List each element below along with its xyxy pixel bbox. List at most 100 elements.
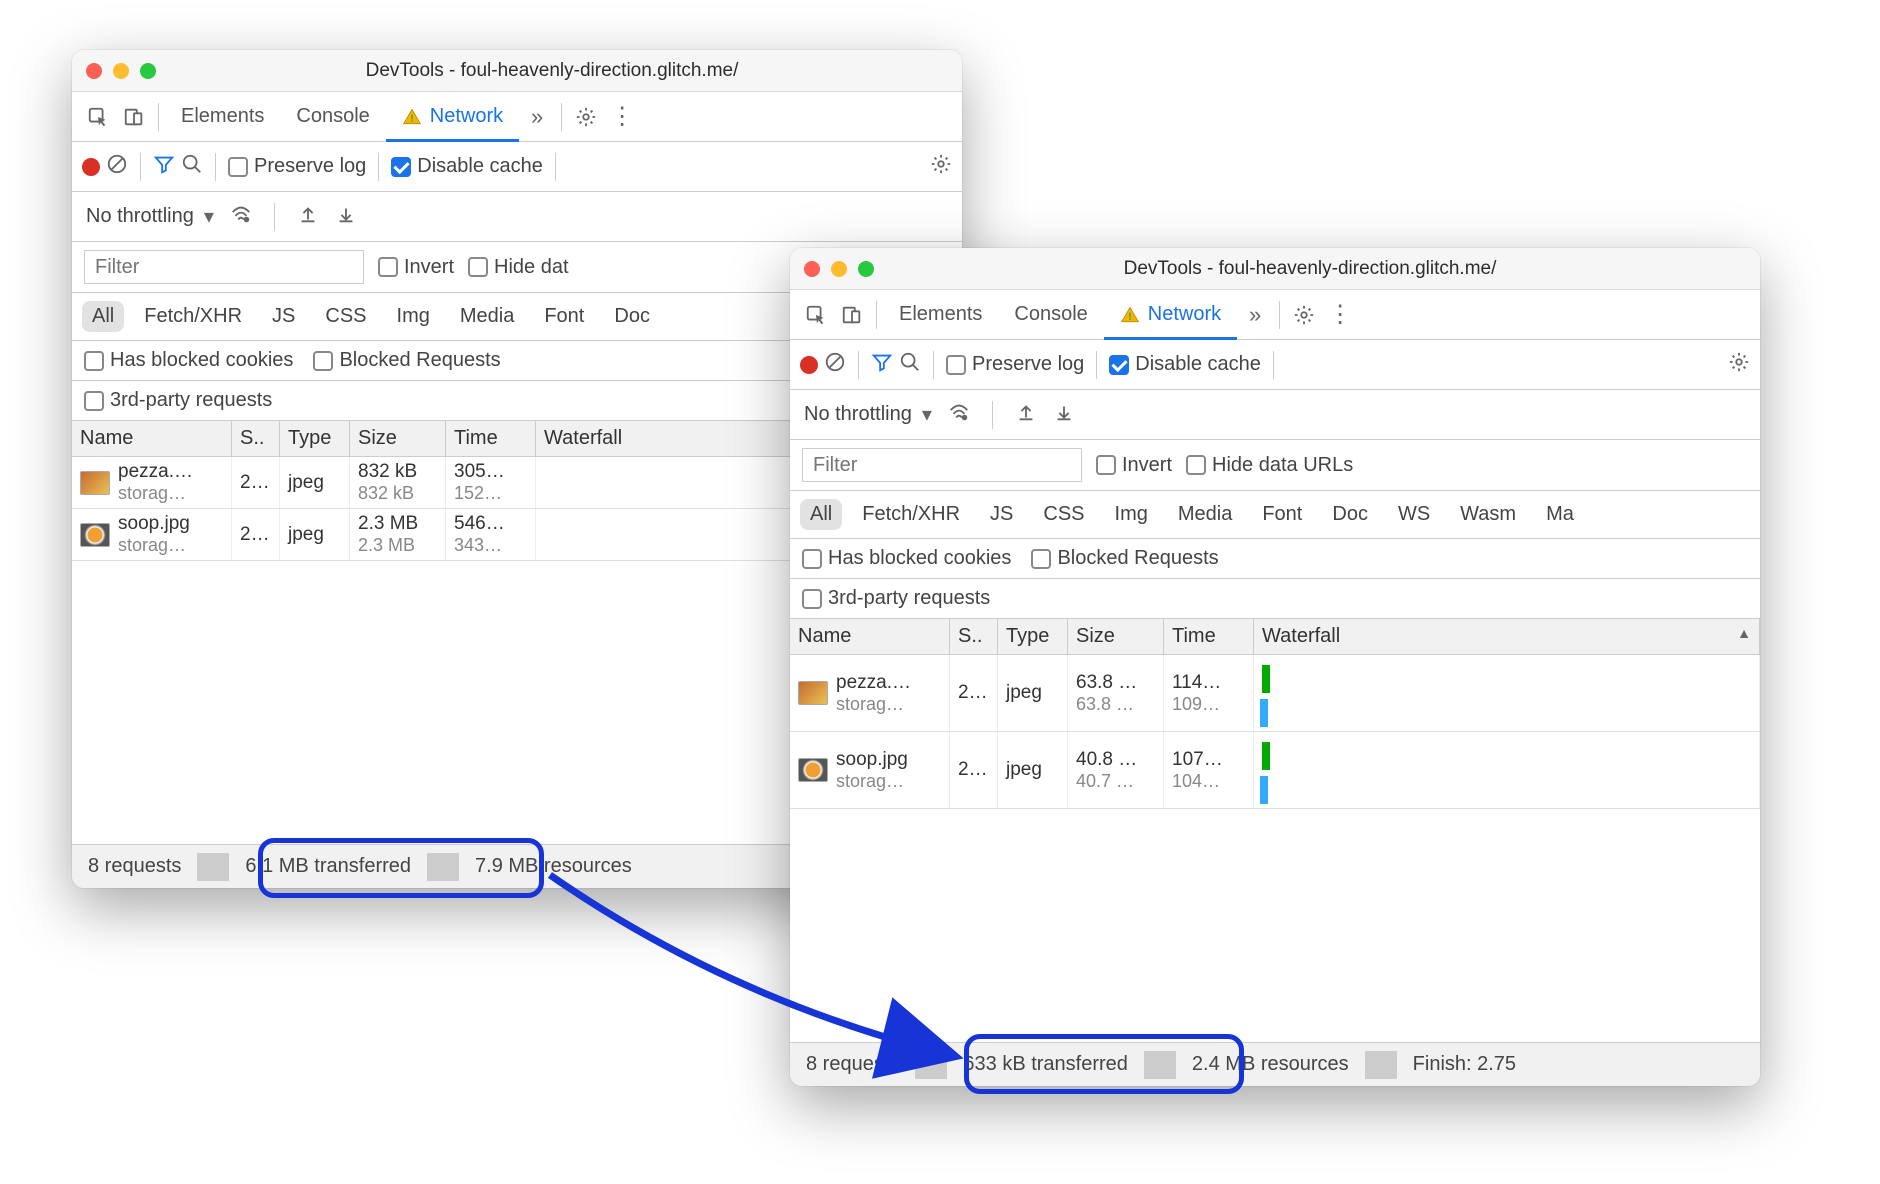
- status-requests: 8 requests: [72, 855, 197, 878]
- third-party-checkbox[interactable]: 3rd-party requests: [84, 389, 272, 412]
- filter-chip-fetch[interactable]: Fetch/XHR: [852, 499, 970, 530]
- filter-chip-font[interactable]: Font: [534, 301, 594, 332]
- throttling-toolbar: No throttling ▾: [790, 390, 1760, 440]
- col-type[interactable]: Type: [998, 619, 1068, 654]
- throttling-select[interactable]: No throttling ▾: [86, 204, 214, 229]
- filter-chip-media[interactable]: Media: [1168, 499, 1242, 530]
- kebab-menu-icon[interactable]: ⋮: [604, 99, 640, 135]
- filter-chip-manifest[interactable]: Ma: [1536, 499, 1584, 530]
- filter-chip-wasm[interactable]: Wasm: [1450, 499, 1526, 530]
- upload-har-icon[interactable]: [297, 203, 319, 231]
- more-tabs-icon[interactable]: »: [1237, 297, 1273, 333]
- filter-chip-img[interactable]: Img: [387, 301, 440, 332]
- inspect-icon[interactable]: [80, 99, 116, 135]
- search-icon[interactable]: [181, 153, 203, 181]
- filter-chip-doc[interactable]: Doc: [604, 301, 660, 332]
- filter-icon[interactable]: [153, 153, 175, 181]
- table-row[interactable]: pezza.…storag… 2… jpeg 63.8 …63.8 … 114……: [790, 655, 1760, 732]
- tab-console[interactable]: Console: [280, 92, 385, 142]
- blocked-requests-checkbox[interactable]: Blocked Requests: [1031, 547, 1218, 570]
- hide-data-label: Hide dat: [494, 256, 569, 278]
- maximize-window-icon[interactable]: [140, 63, 156, 79]
- filter-input[interactable]: [802, 448, 1082, 482]
- search-icon[interactable]: [899, 351, 921, 379]
- col-size[interactable]: Size: [350, 421, 446, 456]
- tab-elements[interactable]: Elements: [165, 92, 280, 142]
- filter-chip-all[interactable]: All: [800, 499, 842, 530]
- network-settings-gear-icon[interactable]: [1728, 351, 1750, 379]
- filter-chip-js[interactable]: JS: [262, 301, 305, 332]
- col-name[interactable]: Name: [72, 421, 232, 456]
- col-name[interactable]: Name: [790, 619, 950, 654]
- tab-elements[interactable]: Elements: [883, 290, 998, 340]
- filter-chip-img[interactable]: Img: [1105, 499, 1158, 530]
- status-transferred: 6.1 MB transferred: [229, 855, 427, 878]
- maximize-window-icon[interactable]: [858, 261, 874, 277]
- device-toggle-icon[interactable]: [834, 297, 870, 333]
- invert-checkbox[interactable]: Invert: [378, 256, 454, 279]
- request-domain: storag…: [118, 483, 193, 504]
- traffic-lights[interactable]: [804, 261, 874, 277]
- settings-gear-icon[interactable]: [1286, 297, 1322, 333]
- network-settings-gear-icon[interactable]: [930, 153, 952, 181]
- col-type[interactable]: Type: [280, 421, 350, 456]
- filter-chip-media[interactable]: Media: [450, 301, 524, 332]
- third-party-label: 3rd-party requests: [828, 587, 990, 609]
- col-time[interactable]: Time: [446, 421, 536, 456]
- blocked-requests-checkbox[interactable]: Blocked Requests: [313, 349, 500, 372]
- upload-har-icon[interactable]: [1015, 401, 1037, 429]
- device-toggle-icon[interactable]: [116, 99, 152, 135]
- inspect-icon[interactable]: [798, 297, 834, 333]
- col-waterfall[interactable]: Waterfall▲: [1254, 619, 1760, 654]
- download-har-icon[interactable]: [335, 203, 357, 231]
- cell-size2: 832 kB: [358, 483, 437, 504]
- cell-size2: 40.7 …: [1076, 771, 1155, 792]
- hide-data-urls-checkbox[interactable]: Hide data URLs: [1186, 454, 1353, 477]
- filter-chip-doc[interactable]: Doc: [1322, 499, 1378, 530]
- filter-chip-font[interactable]: Font: [1252, 499, 1312, 530]
- tab-network[interactable]: Network: [1104, 290, 1237, 340]
- preserve-log-checkbox[interactable]: Preserve log: [946, 353, 1084, 376]
- filter-chip-css[interactable]: CSS: [1033, 499, 1094, 530]
- cell-size: 63.8 …: [1076, 672, 1155, 694]
- clear-icon[interactable]: [106, 153, 128, 181]
- table-row[interactable]: soop.jpgstorag… 2… jpeg 40.8 …40.7 … 107…: [790, 732, 1760, 809]
- third-party-checkbox[interactable]: 3rd-party requests: [802, 587, 990, 610]
- disable-cache-checkbox[interactable]: Disable cache: [391, 155, 543, 178]
- filter-chip-fetch[interactable]: Fetch/XHR: [134, 301, 252, 332]
- cell-type: jpeg: [280, 457, 350, 508]
- record-icon[interactable]: [82, 158, 100, 176]
- filter-chip-css[interactable]: CSS: [315, 301, 376, 332]
- settings-gear-icon[interactable]: [568, 99, 604, 135]
- clear-icon[interactable]: [824, 351, 846, 379]
- blocked-cookies-checkbox[interactable]: Has blocked cookies: [802, 547, 1011, 570]
- tab-network[interactable]: Network: [386, 92, 519, 142]
- filter-input[interactable]: [84, 250, 364, 284]
- col-status[interactable]: S..: [950, 619, 998, 654]
- blocked-cookies-checkbox[interactable]: Has blocked cookies: [84, 349, 293, 372]
- network-conditions-icon[interactable]: [230, 203, 252, 231]
- disable-cache-checkbox[interactable]: Disable cache: [1109, 353, 1261, 376]
- preserve-log-checkbox[interactable]: Preserve log: [228, 155, 366, 178]
- filter-chip-ws[interactable]: WS: [1388, 499, 1440, 530]
- minimize-window-icon[interactable]: [831, 261, 847, 277]
- filter-chip-all[interactable]: All: [82, 301, 124, 332]
- col-size[interactable]: Size: [1068, 619, 1164, 654]
- filter-chip-js[interactable]: JS: [980, 499, 1023, 530]
- more-tabs-icon[interactable]: »: [519, 99, 555, 135]
- hide-data-urls-checkbox[interactable]: Hide dat: [468, 256, 569, 279]
- close-window-icon[interactable]: [804, 261, 820, 277]
- record-icon[interactable]: [800, 356, 818, 374]
- invert-checkbox[interactable]: Invert: [1096, 454, 1172, 477]
- download-har-icon[interactable]: [1053, 401, 1075, 429]
- filter-icon[interactable]: [871, 351, 893, 379]
- network-conditions-icon[interactable]: [948, 401, 970, 429]
- close-window-icon[interactable]: [86, 63, 102, 79]
- tab-console[interactable]: Console: [998, 290, 1103, 340]
- kebab-menu-icon[interactable]: ⋮: [1322, 297, 1358, 333]
- col-status[interactable]: S..: [232, 421, 280, 456]
- throttling-select[interactable]: No throttling ▾: [804, 402, 932, 427]
- minimize-window-icon[interactable]: [113, 63, 129, 79]
- traffic-lights[interactable]: [86, 63, 156, 79]
- col-time[interactable]: Time: [1164, 619, 1254, 654]
